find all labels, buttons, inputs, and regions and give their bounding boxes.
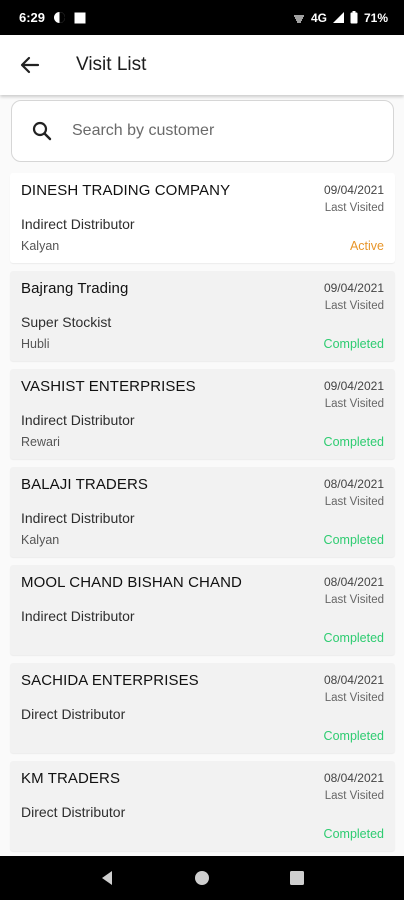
battery-icon	[350, 11, 358, 24]
status-right: 4G 71%	[293, 11, 388, 25]
visit-date: 08/04/2021	[323, 771, 384, 785]
app-bar: Visit List	[0, 35, 404, 95]
status-badge: Active	[349, 239, 384, 253]
customer-city: Kalyan	[21, 239, 60, 253]
customer-name: MOOL CHAND BISHAN CHAND	[21, 574, 242, 591]
triangle-back-icon	[102, 871, 113, 885]
wifi-calling-icon	[293, 12, 305, 24]
visit-date: 09/04/2021	[323, 379, 384, 393]
visit-date: 08/04/2021	[323, 477, 384, 491]
last-visited-label: Last Visited	[324, 692, 384, 704]
customer-name: DINESH TRADING COMPANY	[21, 182, 231, 199]
status-bar: 6:29 4G 71%	[0, 0, 404, 35]
search-input[interactable]	[72, 111, 381, 151]
visit-card[interactable]: KM TRADERS Direct Distributor 08/04/2021…	[10, 761, 395, 851]
visit-date: 09/04/2021	[323, 183, 384, 197]
status-badge: Completed	[323, 337, 384, 351]
last-visited-label: Last Visited	[324, 496, 384, 508]
app-notification-icon	[53, 11, 66, 24]
status-time: 6:29	[19, 10, 46, 25]
last-visited-label: Last Visited	[324, 202, 384, 214]
customer-type: Indirect Distributor	[21, 216, 135, 232]
status-badge: Completed	[323, 533, 384, 547]
customer-type: Indirect Distributor	[21, 412, 135, 428]
customer-type: Super Stockist	[21, 314, 112, 330]
visit-date: 08/04/2021	[323, 575, 384, 589]
screen: 6:29 4G 71% Visit List Search by custome…	[0, 0, 404, 900]
battery-percent: 71%	[363, 10, 388, 25]
square-recents-icon	[289, 871, 304, 885]
visit-card[interactable]: VASHIST ENTERPRISES Indirect Distributor…	[10, 369, 395, 459]
notification-square-icon	[74, 12, 86, 24]
visit-list: DINESH TRADING COMPANY Indirect Distribu…	[0, 173, 404, 856]
last-visited-label: Last Visited	[324, 790, 384, 802]
customer-name: BALAJI TRADERS	[21, 476, 148, 493]
search-box[interactable]	[11, 100, 394, 162]
customer-name: SACHIDA ENTERPRISES	[21, 672, 199, 689]
customer-city: Hubli	[21, 337, 50, 351]
visit-card[interactable]: BALAJI TRADERS Indirect Distributor Kaly…	[10, 467, 395, 557]
nav-recents-button[interactable]	[277, 858, 317, 898]
circle-home-icon	[194, 871, 209, 885]
visit-card[interactable]: DINESH TRADING COMPANY Indirect Distribu…	[10, 173, 395, 263]
back-button[interactable]	[0, 35, 60, 95]
customer-type: Direct Distributor	[21, 804, 126, 820]
visit-card[interactable]: MOOL CHAND BISHAN CHAND Indirect Distrib…	[10, 565, 395, 655]
network-type: 4G	[310, 10, 327, 25]
system-nav-bar	[0, 856, 404, 900]
visit-date: 08/04/2021	[323, 673, 384, 687]
status-badge: Completed	[323, 729, 384, 743]
customer-type: Direct Distributor	[21, 706, 126, 722]
nav-home-button[interactable]	[182, 858, 222, 898]
visit-date: 09/04/2021	[323, 281, 384, 295]
arrow-left-icon	[20, 56, 40, 74]
last-visited-label: Last Visited	[324, 300, 384, 312]
search-icon	[12, 100, 72, 162]
customer-city: Kalyan	[21, 533, 60, 547]
status-badge: Completed	[323, 435, 384, 449]
customer-name: Bajrang Trading	[21, 280, 129, 297]
last-visited-label: Last Visited	[324, 398, 384, 410]
status-badge: Completed	[323, 827, 384, 841]
visit-card[interactable]: Bajrang Trading Super Stockist Hubli 09/…	[10, 271, 395, 361]
visit-card[interactable]: SACHIDA ENTERPRISES Direct Distributor 0…	[10, 663, 395, 753]
status-left: 6:29	[19, 10, 86, 25]
status-badge: Completed	[323, 631, 384, 645]
last-visited-label: Last Visited	[324, 594, 384, 606]
signal-icon	[332, 12, 344, 23]
nav-back-button[interactable]	[87, 858, 127, 898]
visit-list-content[interactable]: DINESH TRADING COMPANY Indirect Distribu…	[0, 95, 404, 856]
customer-name: VASHIST ENTERPRISES	[21, 378, 196, 395]
customer-name: KM TRADERS	[21, 770, 121, 787]
customer-type: Indirect Distributor	[21, 510, 135, 526]
customer-type: Indirect Distributor	[21, 608, 135, 624]
customer-city: Rewari	[21, 435, 60, 449]
page-title: Visit List	[76, 54, 147, 75]
